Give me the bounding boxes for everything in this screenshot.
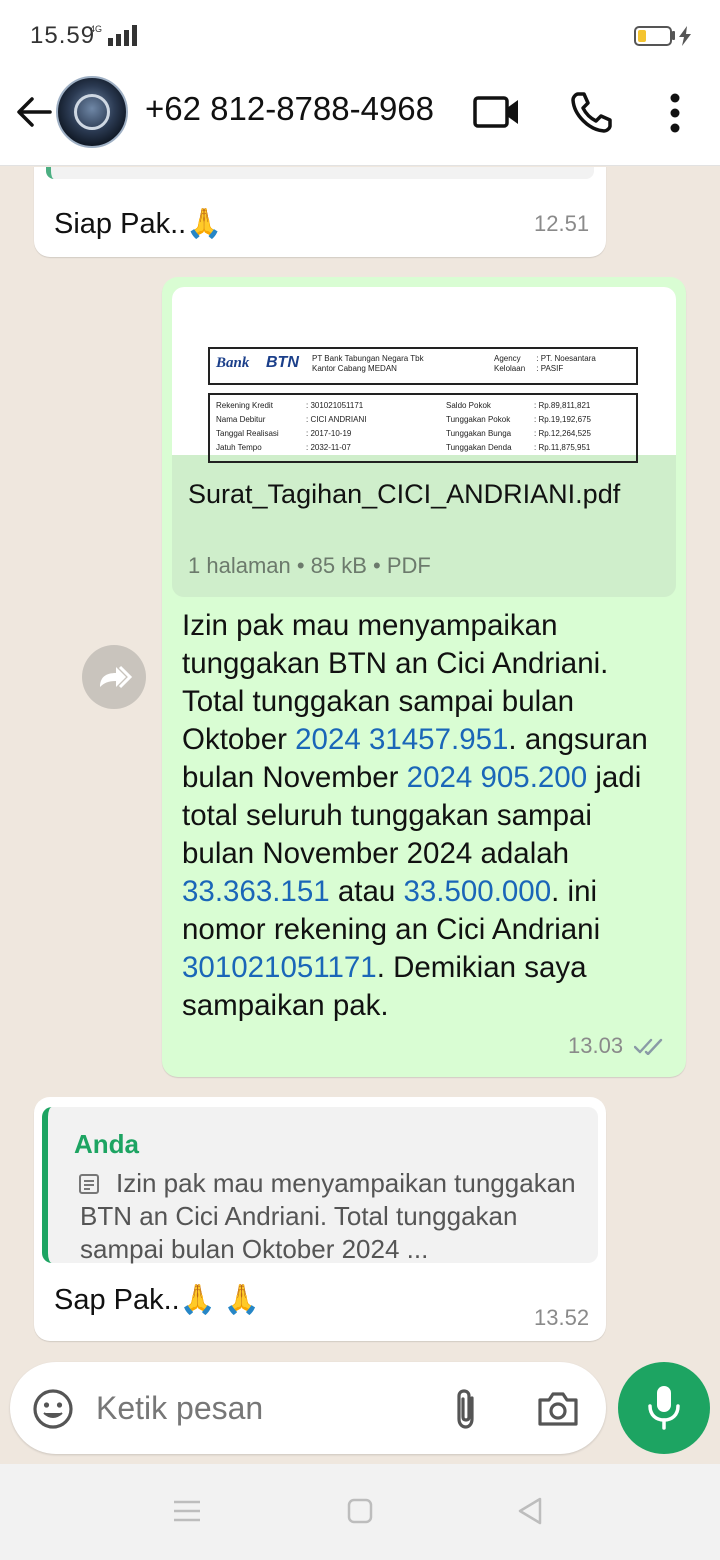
contact-name[interactable]: +62 812-8788-4968 <box>145 90 434 128</box>
document-attachment[interactable]: Bank BTN PT Bank Tabungan Negara Tbk Kan… <box>172 287 676 597</box>
signal-icon: 4G <box>90 24 137 46</box>
home-icon[interactable] <box>346 1498 374 1524</box>
pdf-row: Saldo Pokok <box>446 401 491 410</box>
pdf-row: Rekening Kredit <box>216 401 273 410</box>
linked-number[interactable]: 33.363.151 <box>182 875 330 908</box>
voice-record-button[interactable] <box>618 1362 710 1454</box>
read-ticks-icon <box>634 1038 663 1055</box>
pdf-detail-table: Rekening Kredit : 301021051171 Nama Debi… <box>208 393 638 463</box>
message-time: 12.51 <box>534 211 590 236</box>
pdf-row: Tunggakan Pokok <box>446 415 511 424</box>
message-text: Sap Pak..🙏 🙏 <box>54 1284 261 1316</box>
pdf-row: : Rp.12,264,525 <box>534 429 591 438</box>
linked-number[interactable]: 2024 31457.951 <box>295 723 508 756</box>
linked-number[interactable]: 301021051171 <box>182 951 377 984</box>
pdf-row: : 2032-11-07 <box>306 443 351 452</box>
message-text-segment: atau <box>329 875 404 908</box>
pdf-row: : Rp.11,875,951 <box>534 443 591 452</box>
emoji-icon[interactable] <box>32 1388 74 1430</box>
back-arrow-icon[interactable] <box>14 92 54 132</box>
message-text: Izin pak mau menyampaikan tunggakan BTN … <box>182 607 672 1025</box>
message-input[interactable] <box>96 1384 426 1432</box>
phone-icon[interactable] <box>568 88 616 136</box>
charging-bolt-icon <box>679 26 691 46</box>
quote-author: Anda <box>74 1129 139 1159</box>
message-time: 13.03 <box>568 1033 624 1058</box>
status-bar: 15.59 4G <box>0 0 720 70</box>
linked-number[interactable]: 2024 905.200 <box>407 761 587 794</box>
pdf-agency: Agency : PT. Noesantara Kelolaan : PASIF <box>494 354 596 373</box>
pdf-row: : Rp.89,811,821 <box>534 401 591 410</box>
quoted-message[interactable]: Anda Izin pak mau menyampaikan tunggakan… <box>42 1107 598 1264</box>
pdf-row: : 2017-10-19 <box>306 429 352 438</box>
pdf-row: Tanggal Realisasi <box>216 429 279 438</box>
attach-icon[interactable] <box>448 1386 484 1432</box>
video-call-icon[interactable] <box>472 90 522 134</box>
pdf-row: Tunggakan Denda <box>446 443 512 452</box>
linked-number[interactable]: 33.500.000 <box>403 875 551 908</box>
message-text: Siap Pak..🙏 <box>54 208 223 240</box>
document-meta: 1 halaman • 85 kB • PDF <box>188 553 431 578</box>
mic-icon <box>648 1386 680 1430</box>
quoted-message[interactable] <box>46 167 594 179</box>
network-type: 4G <box>90 24 102 34</box>
message-incoming[interactable]: Anda Izin pak mau menyampaikan tunggakan… <box>34 1097 606 1341</box>
chat-header: +62 812-8788-4968 <box>0 70 720 166</box>
pdf-brand: BTN <box>266 354 299 371</box>
camera-icon[interactable] <box>536 1388 580 1428</box>
pdf-bank-name: PT Bank Tabungan Negara Tbk Kantor Caban… <box>312 354 424 373</box>
message-incoming[interactable]: Siap Pak..🙏 12.51 <box>34 167 606 257</box>
pdf-row: : Rp.19,192,675 <box>534 415 591 424</box>
pdf-row: : 301021051171 <box>306 401 364 410</box>
pdf-header-box: Bank BTN PT Bank Tabungan Negara Tbk Kan… <box>208 347 638 385</box>
document-preview: Bank BTN PT Bank Tabungan Negara Tbk Kan… <box>172 287 676 463</box>
avatar-emblem <box>74 94 110 130</box>
quote-text: Izin pak mau menyampaikan tunggakan BTN … <box>80 1168 576 1264</box>
battery-level <box>638 30 646 42</box>
forward-icon <box>100 665 133 689</box>
pdf-row: : CICI ANDRIANI <box>306 415 367 424</box>
message-composer <box>10 1362 606 1454</box>
message-outgoing[interactable]: Bank BTN PT Bank Tabungan Negara Tbk Kan… <box>162 277 686 1077</box>
nav-back-icon[interactable] <box>516 1496 544 1526</box>
pdf-row: Tunggakan Bunga <box>446 429 512 438</box>
more-vert-icon[interactable] <box>660 90 690 136</box>
document-filename[interactable]: Surat_Tagihan_CICI_ANDRIANI.pdf <box>188 477 668 511</box>
system-nav-bar <box>0 1464 720 1560</box>
recent-apps-icon[interactable] <box>172 1498 202 1524</box>
chat-area[interactable]: Siap Pak..🙏 12.51 Bank BTN PT Bank Tabun… <box>0 167 720 1463</box>
forward-button[interactable] <box>82 645 146 709</box>
status-time: 15.59 <box>30 22 96 49</box>
battery-tip <box>672 31 675 40</box>
pdf-row: Nama Debitur <box>216 415 266 424</box>
battery-icon <box>634 26 672 46</box>
message-time: 13.52 <box>534 1305 590 1330</box>
pdf-row: Jatuh Tempo <box>216 443 262 452</box>
pdf-bank-logo-text: Bank <box>216 355 250 371</box>
